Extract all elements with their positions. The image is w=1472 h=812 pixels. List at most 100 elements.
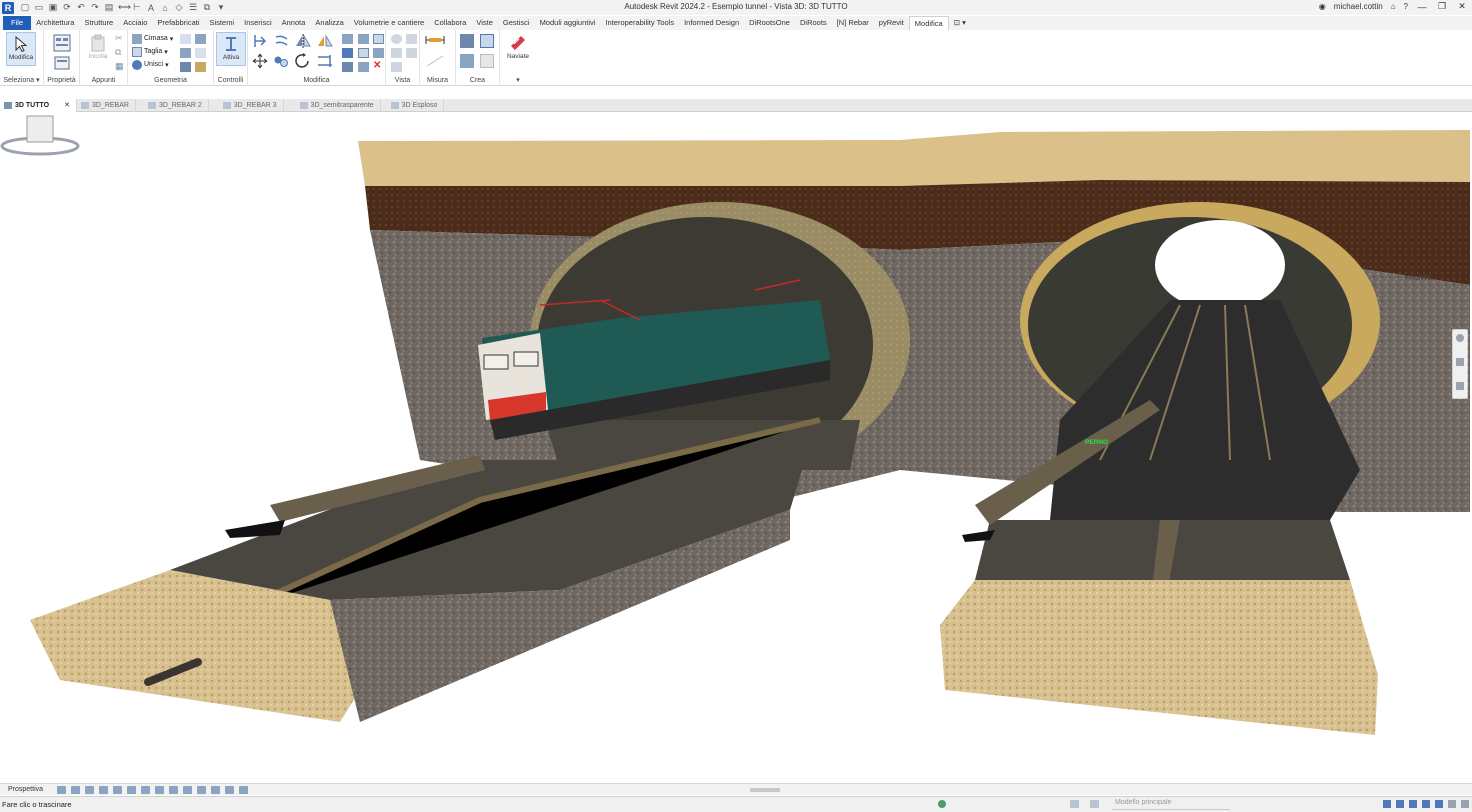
shadows-icon[interactable] bbox=[99, 785, 109, 794]
pin-icon[interactable] bbox=[358, 48, 369, 58]
tab-informed-design[interactable]: Informed Design bbox=[679, 16, 744, 30]
viewcube[interactable] bbox=[0, 113, 80, 158]
close-tab-icon[interactable]: ✕ bbox=[64, 99, 70, 112]
remove-paint-icon[interactable] bbox=[195, 62, 206, 72]
tab-analizza[interactable]: Analizza bbox=[310, 16, 348, 30]
modify-button[interactable]: Modifica bbox=[6, 32, 36, 66]
offset-icon[interactable] bbox=[272, 33, 290, 49]
properties-icon[interactable] bbox=[52, 33, 72, 53]
open-icon[interactable]: ▭ bbox=[34, 2, 44, 13]
view-properties-icon[interactable] bbox=[406, 48, 417, 58]
tab-architettura[interactable]: Architettura bbox=[31, 16, 79, 30]
minimize-button[interactable]: — bbox=[1416, 2, 1428, 12]
drawing-area[interactable]: PERNO FRONTE bbox=[0, 113, 1472, 781]
naviate-dropdown-icon[interactable]: ▾ bbox=[500, 76, 536, 84]
create-assembly-icon[interactable] bbox=[460, 34, 474, 48]
align-icon[interactable] bbox=[252, 33, 268, 49]
tab-gestisci[interactable]: Gestisci bbox=[498, 16, 535, 30]
text-icon[interactable]: A bbox=[146, 3, 156, 13]
tab-interoperability[interactable]: Interoperability Tools bbox=[600, 16, 679, 30]
close-button[interactable]: ✕ bbox=[1456, 1, 1468, 12]
create-similar-icon[interactable] bbox=[480, 54, 494, 68]
highlight-displacement-icon[interactable] bbox=[225, 785, 235, 794]
save-icon[interactable]: ▣ bbox=[48, 2, 58, 13]
tab-sistemi[interactable]: Sistemi bbox=[205, 16, 240, 30]
reveal-hidden-icon[interactable] bbox=[183, 785, 193, 794]
tab-volumetrie[interactable]: Volumetrie e cantiere bbox=[349, 16, 429, 30]
tab-inserisci[interactable]: Inserisci bbox=[239, 16, 277, 30]
view-tab-3d-rebar-3[interactable]: 3D_REBAR 3 bbox=[209, 98, 284, 112]
delete-icon[interactable]: ✕ bbox=[373, 61, 384, 71]
viewcube-face[interactable]: FRONTE bbox=[1405, 275, 1432, 282]
drag-on-selection-icon[interactable] bbox=[1435, 800, 1443, 808]
unpin-icon[interactable] bbox=[373, 48, 384, 58]
scale-icon[interactable] bbox=[342, 48, 353, 58]
design-options-icon[interactable] bbox=[1070, 800, 1079, 808]
steering-wheel-icon[interactable] bbox=[1456, 334, 1464, 342]
copy-icon[interactable]: ⧉ bbox=[115, 47, 126, 57]
create-parts-icon[interactable] bbox=[480, 34, 494, 48]
override-graphics-icon[interactable] bbox=[406, 34, 417, 44]
tab-strutture[interactable]: Strutture bbox=[79, 16, 118, 30]
join-tool[interactable]: Unisci ▾ bbox=[132, 59, 169, 70]
match-properties-icon[interactable]: ▦ bbox=[115, 61, 126, 71]
split-face-icon[interactable] bbox=[195, 34, 206, 44]
select-underlay-icon[interactable] bbox=[1396, 800, 1404, 808]
undo-icon[interactable]: ↶ bbox=[76, 2, 86, 13]
select-pinned-icon[interactable] bbox=[1409, 800, 1417, 808]
username[interactable]: michael.cottin bbox=[1334, 2, 1383, 11]
projection-label[interactable]: Prospettiva bbox=[8, 786, 43, 793]
tab-modifica[interactable]: Modifica bbox=[908, 16, 949, 30]
array-icon[interactable] bbox=[373, 34, 384, 44]
section-icon[interactable]: ◇ bbox=[174, 2, 184, 13]
new-file-icon[interactable]: ▢ bbox=[20, 2, 30, 13]
cart-icon[interactable]: ⌂ bbox=[1391, 2, 1396, 11]
naviate-button[interactable]: Naviate bbox=[503, 32, 533, 66]
array-linear-icon[interactable] bbox=[358, 62, 369, 72]
select-links-icon[interactable] bbox=[1383, 800, 1391, 808]
restore-button[interactable]: ❐ bbox=[1436, 1, 1448, 12]
home-view-icon[interactable]: ⌂ bbox=[160, 3, 170, 13]
split-element-icon[interactable] bbox=[342, 34, 353, 44]
extend-icon[interactable] bbox=[342, 62, 353, 72]
tab-file[interactable]: File bbox=[3, 16, 32, 30]
view-tab-3d-esploso[interactable]: 3D Esploso bbox=[381, 98, 445, 112]
view-tab-3d-rebar[interactable]: 3D_REBAR bbox=[77, 98, 136, 112]
show-crop-icon[interactable] bbox=[155, 785, 165, 794]
tab-overflow-icon[interactable]: ⊡ ▾ bbox=[949, 16, 971, 30]
sync-icon[interactable]: ⟳ bbox=[62, 2, 72, 13]
paste-button[interactable]: Incolla bbox=[83, 32, 113, 66]
activate-button[interactable]: Attiva bbox=[216, 32, 246, 66]
lock-view-icon[interactable] bbox=[127, 785, 137, 794]
rotate-icon[interactable] bbox=[294, 53, 312, 69]
tab-diroots[interactable]: DiRoots bbox=[795, 16, 832, 30]
select-by-face-icon[interactable] bbox=[1422, 800, 1430, 808]
reveal-constraints-icon[interactable] bbox=[239, 785, 249, 794]
wall-joins-icon[interactable] bbox=[180, 34, 191, 44]
move-icon[interactable] bbox=[252, 53, 268, 69]
cut-icon[interactable]: ✂ bbox=[115, 33, 126, 43]
tab-annota[interactable]: Annota bbox=[277, 16, 311, 30]
revit-logo[interactable]: R bbox=[2, 1, 14, 14]
user-icon[interactable]: ◉ bbox=[1319, 2, 1326, 11]
mirror-draw-axis-icon[interactable] bbox=[316, 33, 334, 49]
close-views-icon[interactable]: ☰ bbox=[188, 2, 198, 13]
beam-join-icon[interactable] bbox=[180, 62, 191, 72]
tab-prefabbricati[interactable]: Prefabbricati bbox=[152, 16, 204, 30]
tunnel-3d-model[interactable] bbox=[0, 113, 1472, 781]
worksharing-icon[interactable] bbox=[197, 785, 207, 794]
trim-extend-icon[interactable] bbox=[316, 53, 334, 69]
view-tab-3d-rebar-2[interactable]: 3D_REBAR 2 bbox=[136, 98, 209, 112]
linework-icon[interactable] bbox=[391, 48, 402, 58]
dimension-tool-icon[interactable] bbox=[425, 54, 445, 68]
tab-acciaio[interactable]: Acciaio bbox=[118, 16, 152, 30]
switch-windows-icon[interactable]: ⧉ bbox=[202, 2, 212, 13]
crop-view-icon[interactable] bbox=[141, 785, 151, 794]
measure-icon[interactable]: ⟷ bbox=[118, 2, 131, 13]
orbit-icon[interactable] bbox=[1456, 382, 1464, 390]
zoom-icon[interactable] bbox=[1456, 358, 1464, 366]
mirror-pick-axis-icon[interactable] bbox=[294, 33, 312, 49]
hide-element-icon[interactable] bbox=[391, 34, 402, 44]
editable-only-icon[interactable] bbox=[1090, 800, 1099, 808]
redo-icon[interactable]: ↷ bbox=[90, 2, 100, 13]
